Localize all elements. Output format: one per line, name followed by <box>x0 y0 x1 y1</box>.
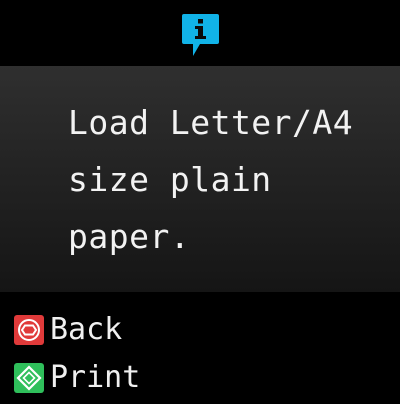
print-button[interactable]: Print <box>14 358 140 398</box>
printer-lcd-screen: Load Letter/A4 size plain paper. Back Pr… <box>0 0 400 404</box>
footer-button-legend: Back Print <box>0 292 400 404</box>
message-text: Load Letter/A4 size plain paper. <box>68 103 354 256</box>
back-button[interactable]: Back <box>14 310 122 350</box>
print-label: Print <box>50 360 141 395</box>
stop-button-icon <box>14 315 44 345</box>
message-panel: Load Letter/A4 size plain paper. <box>0 66 400 292</box>
back-label: Back <box>50 312 123 347</box>
header-bar <box>0 0 400 66</box>
info-speech-bubble-icon <box>182 14 219 56</box>
start-button-icon <box>14 363 44 393</box>
